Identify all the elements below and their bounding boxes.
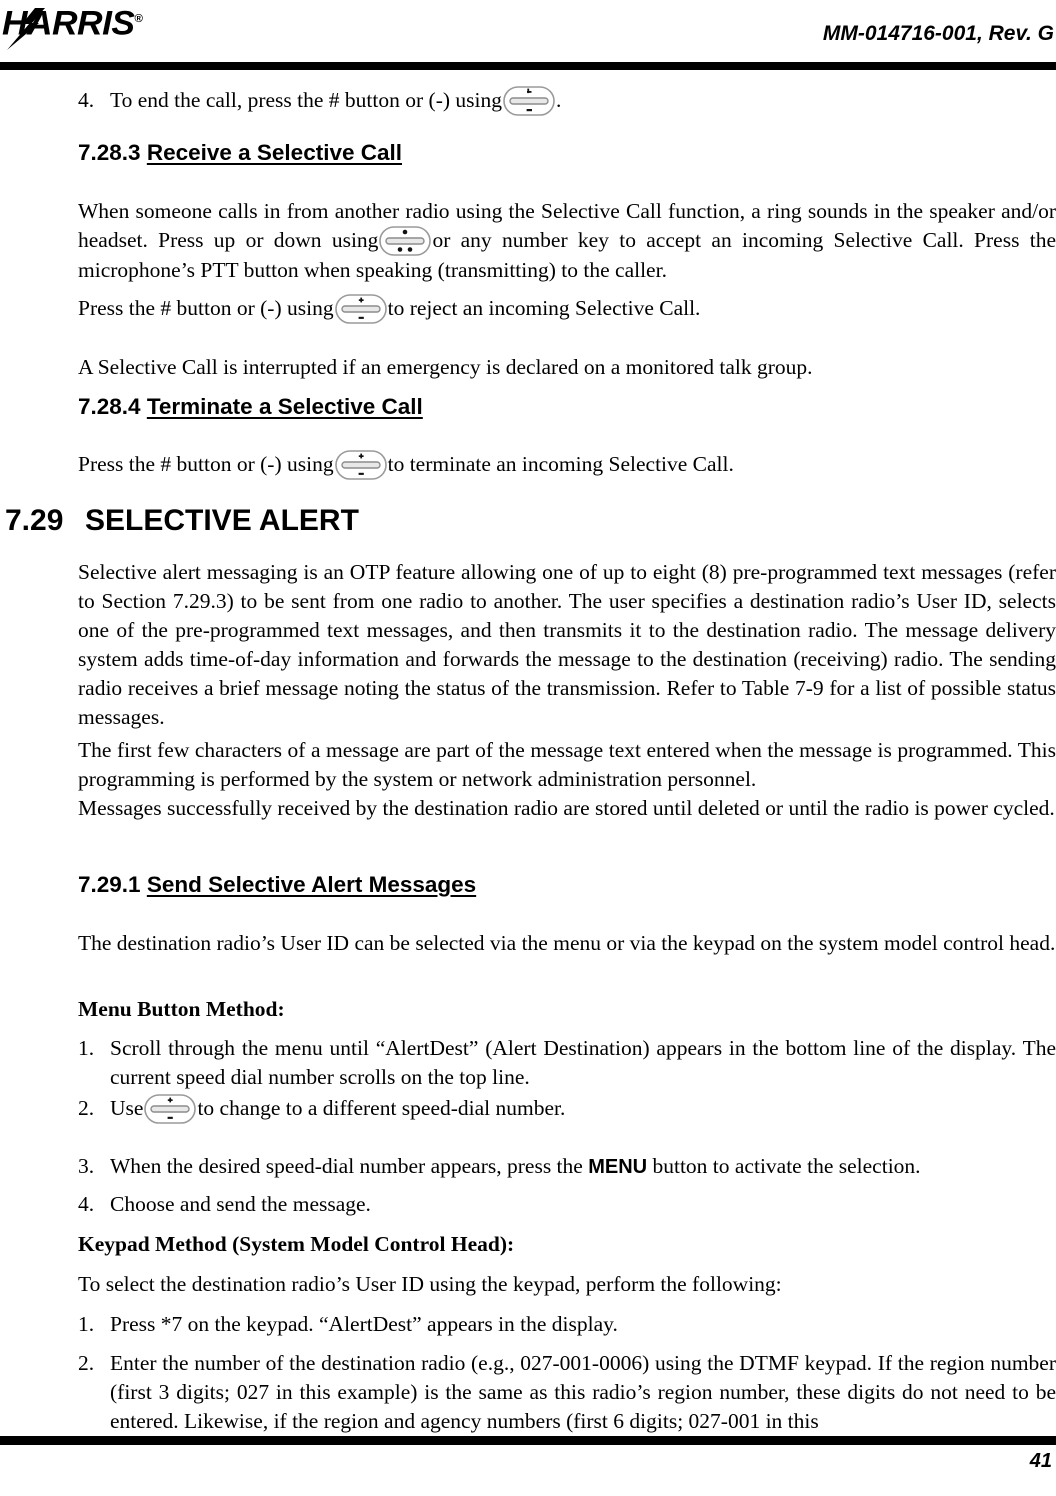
paragraph-terminate-selective-call: Press the # button or (-) using to termin… [78,450,1056,480]
paragraph-keypad-intro: To select the destination radio’s User I… [78,1272,782,1296]
heading-title: SELECTIVE ALERT [85,504,359,537]
heading-7-29: 7.29 SELECTIVE ALERT [0,504,700,544]
heading-title: Terminate a Selective Call [146,394,423,419]
paragraph-selective-call-interrupted: A Selective Call is interrupted if an em… [78,355,813,379]
logo-text: HARRIS [2,4,135,43]
paragraph-receive-selective-call: When someone calls in from another radio… [78,199,1056,282]
keypad-method-label: Keypad Method (System Model Control Head… [78,1232,515,1256]
list-item-text: Scroll through the menu until “AlertDest… [110,1036,1056,1089]
heading-number: 7.28.3 [78,140,141,165]
list-item-text: Press *7 on the keypad. “AlertDest” appe… [110,1312,618,1336]
menu-button-method-label: Menu Button Method: [78,997,285,1021]
list-item-number: 1. [78,1036,95,1060]
heading-number: 7.29.1 [78,872,141,897]
paragraph-message-characters: The first few characters of a message ar… [78,738,1056,791]
page-header: HARRIS® MM-014716-001, Rev. G [0,0,1056,72]
list-item-number: 2. [78,1351,95,1375]
harris-logo: HARRIS® [2,2,192,50]
list-item-text: When the desired speed-dial number appea… [110,1154,921,1178]
heading-7-28-3: 7.28.3 Receive a Selective Call [78,140,402,166]
registered-mark-icon: ® [134,13,143,25]
list-item-number: 2. [78,1096,95,1120]
list-item: 2. Enter the number of the destination r… [78,1349,1056,1436]
list-item-text: Choose and send the message. [110,1192,371,1216]
list-item: 4. To end the call, press the # button o… [78,86,638,116]
list-item: 2. Use to change to a different speed-dia… [78,1094,1056,1124]
page-footer: 41 [0,1436,1056,1496]
logo-wordmark-text: HARRIS® [2,2,143,40]
header-divider [0,62,1056,70]
heading-number: 7.28.4 [78,394,141,419]
list-item-text: To end the call, press the # button or (… [110,86,638,116]
volume-rocker-icon [334,450,387,480]
document-page: HARRIS® MM-014716-001, Rev. G 4. To end … [0,0,1056,1496]
volume-rocker-icon [334,294,387,324]
list-item-text: Use to change to a different speed-dial n… [110,1094,1056,1124]
list-item-number: 3. [78,1154,95,1178]
heading-number: 7.29 [5,504,64,537]
footer-divider [0,1436,1056,1445]
heading-title: Receive a Selective Call [146,140,402,165]
heading-7-28-4: 7.28.4 Terminate a Selective Call [78,394,423,420]
volume-rocker-icon [503,86,555,116]
heading-7-29-1: 7.29.1 Send Selective Alert Messages [78,872,476,898]
list-item-number: 1. [78,1312,95,1336]
heading-title: Send Selective Alert Messages [146,872,477,897]
document-id: MM-014716-001, Rev. G [822,22,1054,45]
paragraph-reject-selective-call: Press the # button or (-) using to reject… [78,294,1056,324]
paragraph-selective-alert-overview: Selective alert messaging is an OTP feat… [78,560,1056,729]
list-item: 4. Choose and send the message. [78,1190,1056,1219]
list-item: 3. When the desired speed-dial number ap… [78,1152,1056,1182]
volume-rocker-icon [379,226,432,256]
list-item: 1. Press *7 on the keypad. “AlertDest” a… [78,1310,1056,1339]
paragraph-send-intro: The destination radio’s User ID can be s… [78,931,1056,955]
list-item-number: 4. [78,88,95,112]
paragraph-messages-stored: Messages successfully received by the de… [78,796,1055,820]
list-item: 1. Scroll through the menu until “AlertD… [78,1034,1056,1092]
page-number: 41 [1029,1450,1052,1472]
list-item-text: Enter the number of the destination radi… [110,1351,1056,1433]
menu-button-keyword: MENU [588,1156,648,1178]
list-item-number: 4. [78,1192,95,1216]
volume-rocker-icon [144,1094,197,1124]
